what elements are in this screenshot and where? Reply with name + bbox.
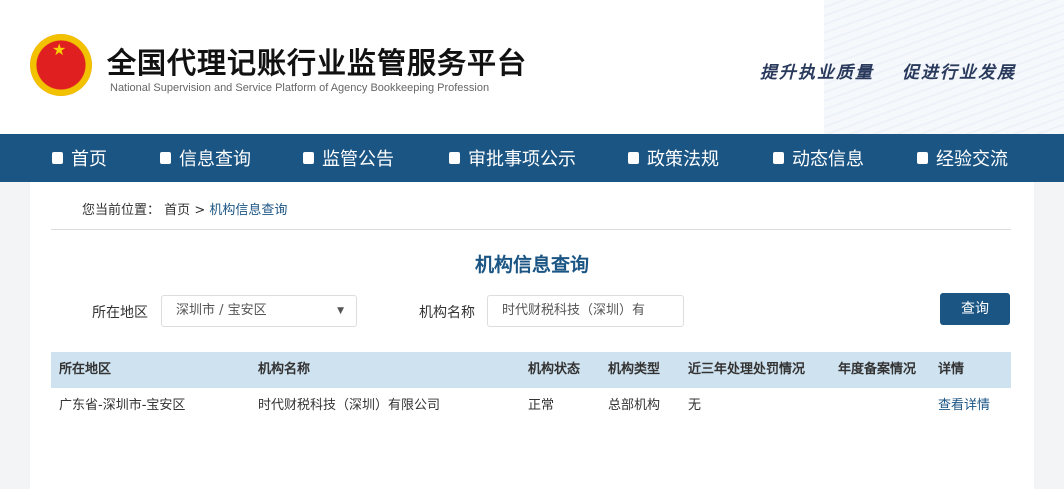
nav-exchange[interactable]: 经验交流 <box>917 134 1008 182</box>
col-penalty: 近三年处理处罚情况 <box>688 362 806 377</box>
divider <box>51 229 1011 230</box>
caret-down-icon: ▼ <box>337 306 344 316</box>
monitor-icon <box>303 152 314 164</box>
chat-icon <box>917 152 928 164</box>
nav-news[interactable]: 动态信息 <box>773 134 864 182</box>
main-nav: 首页 信息查询 监管公告 审批事项公示 政策法规 动态信息 经验交流 <box>0 134 1064 182</box>
slogan-1: 提升执业质量 <box>760 63 874 83</box>
nav-label: 经验交流 <box>936 149 1008 170</box>
site-title: 全国代理记账行业监管服务平台 <box>107 46 528 80</box>
region-value: 深圳市 / 宝安区 <box>176 303 267 318</box>
table-header: 所在地区 机构名称 机构状态 机构类型 近三年处理处罚情况 年度备案情况 详情 <box>51 352 1011 388</box>
breadcrumb-home[interactable]: 首页 <box>164 203 190 218</box>
col-name: 机构名称 <box>258 362 311 377</box>
breadcrumb-current: 机构信息查询 <box>209 203 288 218</box>
breadcrumb-prefix: 您当前位置： <box>82 203 161 218</box>
nav-label: 首页 <box>71 149 107 170</box>
region-select[interactable]: 深圳市 / 宝安区 ▼ <box>161 295 357 327</box>
col-detail: 详情 <box>938 362 965 377</box>
col-filing: 年度备案情况 <box>838 362 917 377</box>
content-panel: 您当前位置： 首页 > 机构信息查询 机构信息查询 所在地区 深圳市 / 宝安区… <box>30 182 1034 489</box>
nav-policies[interactable]: 政策法规 <box>628 134 719 182</box>
cell-type: 总部机构 <box>608 398 661 413</box>
breadcrumb-separator: > <box>194 203 206 218</box>
site-header: ★ 全国代理记账行业监管服务平台 National Supervision an… <box>0 0 1064 134</box>
info-icon <box>160 152 171 164</box>
col-region: 所在地区 <box>59 362 112 377</box>
news-icon <box>773 152 784 164</box>
nav-announcements[interactable]: 监管公告 <box>303 134 394 182</box>
search-button[interactable]: 查询 <box>940 293 1010 325</box>
view-detail-link[interactable]: 查看详情 <box>938 388 990 424</box>
nav-home[interactable]: 首页 <box>52 134 107 182</box>
bank-icon <box>628 152 639 164</box>
nav-label: 政策法规 <box>647 149 719 170</box>
name-input[interactable]: 时代财税科技（深圳）有 <box>487 295 684 327</box>
nav-label: 信息查询 <box>179 149 251 170</box>
nav-label: 动态信息 <box>792 149 864 170</box>
nav-info-query[interactable]: 信息查询 <box>160 134 251 182</box>
breadcrumb: 您当前位置： 首页 > 机构信息查询 <box>82 199 287 218</box>
nav-approvals[interactable]: 审批事项公示 <box>449 134 576 182</box>
col-type: 机构类型 <box>608 362 661 377</box>
cell-penalty: 无 <box>688 398 702 413</box>
nav-label: 监管公告 <box>322 149 394 170</box>
page-title: 机构信息查询 <box>474 254 589 276</box>
calendar-icon <box>449 152 460 164</box>
col-status: 机构状态 <box>528 362 581 377</box>
cell-name: 时代财税科技（深圳）有限公司 <box>258 398 441 413</box>
site-subtitle: National Supervision and Service Platfor… <box>110 82 490 94</box>
national-emblem-logo: ★ <box>30 34 92 96</box>
cell-status: 正常 <box>528 398 555 413</box>
cell-region: 广东省-深圳市-宝安区 <box>59 398 186 413</box>
nav-label: 审批事项公示 <box>468 149 576 170</box>
table-row: 广东省-深圳市-宝安区 时代财税科技（深圳）有限公司 正常 总部机构 无 查看详… <box>51 388 1011 424</box>
home-icon <box>52 152 63 164</box>
slogan-2: 促进行业发展 <box>902 63 1016 83</box>
name-label: 机构名称 <box>419 305 475 321</box>
region-label: 所在地区 <box>92 305 148 321</box>
slogan: 提升执业质量 促进行业发展 <box>760 58 1044 83</box>
